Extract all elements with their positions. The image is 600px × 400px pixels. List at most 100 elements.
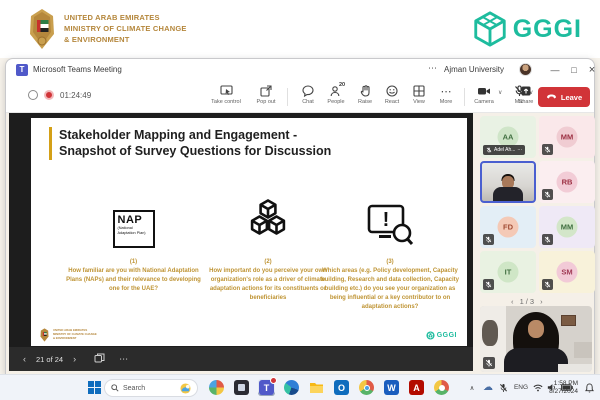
participants-next-button[interactable]: ›: [540, 297, 545, 306]
header-banner: UNITED ARAB EMIRATES MINISTRY OF CLIMATE…: [0, 0, 600, 58]
view-button[interactable]: View: [404, 84, 434, 105]
people-button[interactable]: 20 People: [321, 84, 351, 105]
slide-title: Stakeholder Mapping and Engagement - Sna…: [49, 127, 331, 160]
chat-button[interactable]: Chat: [293, 84, 323, 105]
participant-tile[interactable]: SM: [539, 251, 595, 293]
raise-hand-button[interactable]: Raise: [350, 84, 380, 105]
maximize-button[interactable]: □: [566, 62, 582, 78]
participant-tile[interactable]: MM: [539, 206, 595, 248]
react-button[interactable]: React: [377, 84, 407, 105]
ministry-line3: & ENVIRONMENT: [64, 35, 187, 46]
participant-tile[interactable]: AA Adel Ah... ⋯: [480, 116, 536, 158]
search-icon: [111, 384, 119, 392]
participant-tile[interactable]: RB: [539, 161, 595, 203]
monitor-alert-search-icon: !: [319, 196, 461, 248]
stage-more-button[interactable]: ⋯: [119, 354, 128, 365]
uae-falcon-emblem: [27, 8, 57, 50]
recording-icon: [44, 90, 54, 100]
taskbar-search[interactable]: Search: [104, 379, 198, 397]
react-icon: [377, 84, 407, 98]
teams-app-icon: T: [16, 64, 28, 76]
raise-hand-icon: [350, 84, 380, 98]
teams-meeting-window: T Microsoft Teams Meeting ⋯ Ajman Univer…: [5, 58, 595, 374]
slide-position: 21 of 24: [36, 355, 63, 364]
mic-off-icon: [483, 279, 494, 290]
title-accent-bar: [49, 127, 52, 160]
language-indicator[interactable]: ENG: [512, 379, 530, 396]
slide-grid-icon: [94, 353, 105, 363]
slide-title-line2: Snapshot of Survey Questions for Discuss…: [59, 144, 331, 158]
toolbar-divider: [464, 88, 465, 106]
ministry-title: UNITED ARAB EMIRATES MINISTRY OF CLIMATE…: [64, 13, 187, 46]
participant-tile[interactable]: MM: [539, 116, 595, 158]
share-button[interactable]: Share: [511, 84, 541, 105]
slide-navigation-bar: ‹ 21 of 24 › ⋯: [9, 347, 473, 371]
meeting-timer: 01:24:49: [60, 91, 91, 100]
taskbar-explorer-icon[interactable]: [308, 379, 325, 396]
notification-bell-icon[interactable]: [583, 379, 596, 396]
slide-ministry-logo: UNITED ARAB EMIRATES MINISTRY OF CLIMATE…: [39, 328, 97, 342]
search-label: Search: [123, 385, 176, 392]
more-button[interactable]: ⋯ More: [431, 84, 461, 105]
minimize-button[interactable]: —: [547, 62, 563, 78]
mic-off-icon: [483, 357, 495, 369]
titlebar-overflow-icon[interactable]: ⋯: [428, 63, 437, 74]
wall-picture: [561, 315, 576, 326]
previous-slide-button[interactable]: ‹: [23, 354, 26, 364]
shared-screen-stage: Stakeholder Mapping and Engagement - Sna…: [9, 113, 473, 371]
taskbar-chrome2-icon[interactable]: [433, 379, 450, 396]
leave-button[interactable]: Leave: [538, 87, 590, 107]
participants-prev-button[interactable]: ‹: [511, 297, 516, 306]
close-button[interactable]: ×: [584, 62, 600, 78]
taskbar-teams-icon[interactable]: T: [258, 379, 275, 396]
tray-chevron-icon[interactable]: ∧: [466, 379, 478, 396]
chat-icon: [293, 84, 323, 98]
taskbar-edge-icon[interactable]: [283, 379, 300, 396]
uae-falcon-mini-icon: [39, 328, 50, 342]
wifi-icon[interactable]: [531, 379, 544, 396]
gggi-logo: GGGI: [471, 10, 582, 48]
camera-chevron-icon[interactable]: ∨: [498, 89, 502, 96]
avatar: RB: [557, 172, 578, 193]
camera-icon: [469, 84, 499, 98]
take-control-icon: [206, 84, 246, 98]
windows-taskbar: Search T O W A ∧ ☁ ENG 1:58: [0, 374, 600, 400]
taskbar-outlook-icon[interactable]: O: [333, 379, 350, 396]
taskbar-clock[interactable]: 1:58 PM 8/27/2024: [549, 380, 578, 396]
account-name[interactable]: Ajman University: [444, 65, 504, 74]
meeting-content: Stakeholder Mapping and Engagement - Sna…: [6, 113, 594, 374]
mic-off-icon: [483, 234, 494, 245]
hang-up-icon: [546, 93, 557, 101]
tray-mic-muted-icon[interactable]: [497, 379, 510, 396]
slide-question-3: ! (3) Which areas (e.g. Policy developme…: [319, 196, 461, 312]
participant-tile[interactable]: IT: [480, 251, 536, 293]
tray-time: 1:58 PM: [549, 380, 578, 388]
slide-grid-button[interactable]: [94, 353, 105, 365]
recording-status: 01:24:49: [28, 90, 91, 100]
camera-button[interactable]: Camera: [469, 84, 499, 105]
self-video-preview[interactable]: [480, 306, 592, 372]
slide-gggi-logo: GGGI: [426, 331, 457, 340]
avatar: MM: [557, 127, 578, 148]
mic-off-icon: [542, 234, 553, 245]
taskbar-acrobat-icon[interactable]: A: [408, 379, 425, 396]
widgets-button[interactable]: [208, 379, 225, 396]
meeting-toolbar: 01:24:49 Take control Pop out Chat 20: [6, 81, 594, 113]
avatar: SM: [557, 262, 578, 283]
participant-video-tile[interactable]: [480, 161, 536, 203]
take-control-button[interactable]: Take control: [206, 84, 246, 105]
notification-badge: [270, 377, 277, 384]
pop-out-button[interactable]: Pop out: [251, 84, 281, 105]
participant-tile[interactable]: FD: [480, 206, 536, 248]
cubes-icon: [203, 196, 333, 248]
slide-question-2: (2) How important do you perceive your o…: [203, 196, 333, 303]
taskbar-chrome-icon[interactable]: [358, 379, 375, 396]
account-avatar[interactable]: [519, 63, 532, 76]
onedrive-icon[interactable]: ☁: [481, 379, 495, 396]
next-slide-button[interactable]: ›: [73, 354, 76, 364]
task-view-button[interactable]: [233, 379, 250, 396]
taskbar-word-icon[interactable]: W: [383, 379, 400, 396]
start-button[interactable]: [86, 379, 103, 396]
presentation-slide: Stakeholder Mapping and Engagement - Sna…: [31, 118, 467, 346]
slide-title-line1: Stakeholder Mapping and Engagement -: [59, 128, 297, 142]
